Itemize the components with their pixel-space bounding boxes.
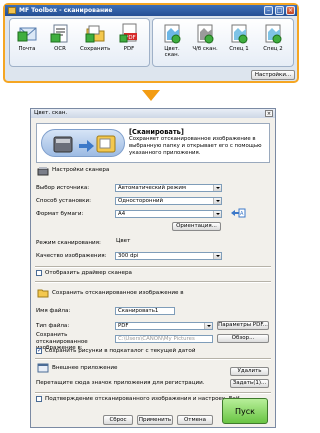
chevron-down-icon bbox=[213, 198, 221, 204]
filetype-select[interactable]: PDF bbox=[115, 322, 213, 330]
bw-scan-tool-button[interactable]: Ч/б скан. bbox=[190, 22, 220, 52]
browse-button[interactable]: Обзор... bbox=[217, 334, 269, 343]
source-select[interactable]: Автоматический режим bbox=[115, 184, 222, 192]
cancel-button[interactable]: Отмена bbox=[177, 415, 213, 425]
minimize-icon[interactable]: – bbox=[264, 6, 273, 15]
scanner-settings-icon bbox=[37, 166, 49, 178]
method-label: Способ установки: bbox=[36, 198, 92, 204]
custom2-icon bbox=[262, 22, 284, 44]
drag-hint: Перетащите сюда значок приложения для ре… bbox=[36, 380, 205, 386]
mail-tool-button[interactable]: Почта bbox=[12, 22, 42, 52]
paper-size-select[interactable]: A4 bbox=[115, 210, 222, 218]
save-path-input[interactable]: C:\Users\CANON\My Pictures bbox=[115, 335, 213, 343]
color-scan-icon bbox=[161, 22, 183, 44]
pdf-params-button[interactable]: Параметры PDF... bbox=[217, 321, 269, 330]
ocr-label: OCR bbox=[54, 46, 66, 52]
color-scan-label: Цвет. скан. bbox=[164, 46, 180, 58]
custom2-label: Спец 2 bbox=[263, 46, 283, 52]
folder-icon bbox=[84, 22, 106, 44]
quality-label: Качество изображения: bbox=[36, 253, 107, 259]
divider bbox=[35, 266, 271, 268]
source-label: Выбор источника: bbox=[36, 185, 90, 191]
close-icon[interactable]: × bbox=[286, 6, 295, 15]
divider bbox=[35, 281, 271, 283]
bw-scan-icon bbox=[194, 22, 216, 44]
orientation-button[interactable]: Ориентация... bbox=[172, 222, 221, 231]
dialog-title: Цвет. скан. bbox=[34, 110, 68, 116]
chevron-down-icon bbox=[204, 323, 212, 329]
divider bbox=[35, 358, 271, 360]
apply-button[interactable]: Применить bbox=[137, 415, 173, 425]
toolbox-title-bar: MF Toolbox - сканирование – □ × bbox=[5, 5, 297, 16]
color-scan-tool-button[interactable]: Цвет. скан. bbox=[157, 22, 187, 58]
external-app-heading: Внешнее приложение bbox=[52, 365, 118, 371]
method-select[interactable]: Односторонний bbox=[115, 197, 222, 205]
operation-title: [Сканировать] bbox=[129, 128, 184, 136]
filename-input[interactable]: Сканировать1 bbox=[115, 307, 175, 315]
app-icon bbox=[8, 7, 16, 14]
chevron-down-icon bbox=[213, 185, 221, 191]
scanner-settings-heading: Настройки сканера bbox=[52, 167, 110, 173]
external-app-icon bbox=[37, 363, 49, 375]
confirm-checkbox[interactable] bbox=[36, 396, 42, 402]
arrow-down-icon bbox=[142, 90, 160, 101]
save-tool-button[interactable]: Сохранить bbox=[80, 22, 110, 52]
start-button[interactable]: Пуск bbox=[222, 398, 268, 424]
pdf-tool-button[interactable]: PDF PDF bbox=[114, 22, 144, 52]
confirm-label: Подтверждение отсканированного изображен… bbox=[45, 396, 240, 402]
paper-size-label: Формат бумаги: bbox=[36, 211, 84, 217]
filetype-label: Тип файла: bbox=[36, 323, 70, 329]
save-section-heading: Сохранить отсканированное изображение в bbox=[52, 290, 184, 296]
custom1-label: Спец 1 bbox=[229, 46, 249, 52]
operation-description: Сохраняет отсканированное изображение в … bbox=[129, 136, 262, 156]
divider bbox=[35, 392, 271, 394]
bw-scan-label: Ч/б скан. bbox=[192, 46, 218, 52]
maximize-icon[interactable]: □ bbox=[275, 6, 284, 15]
dialog-title-bar: Цвет. скан. × bbox=[31, 109, 275, 118]
show-driver-label: Отобразить драйвер сканера bbox=[45, 270, 132, 276]
show-driver-checkbox[interactable] bbox=[36, 270, 42, 276]
paper-orientation-icon: A bbox=[230, 207, 246, 221]
delete-button[interactable]: Удалить bbox=[230, 367, 269, 376]
save-label: Сохранить bbox=[80, 46, 111, 52]
scan-description-panel: [Сканировать] Сохраняет отсканированное … bbox=[36, 123, 270, 163]
chevron-down-icon bbox=[213, 253, 221, 259]
custom1-tool-button[interactable]: Спец 1 bbox=[224, 22, 254, 52]
svg-text:A: A bbox=[240, 211, 244, 217]
custom1-icon bbox=[228, 22, 250, 44]
set-button[interactable]: Задать(1)... bbox=[230, 379, 269, 388]
pdf-label: PDF bbox=[123, 46, 135, 52]
ocr-tool-button[interactable]: OCR bbox=[45, 22, 75, 52]
filename-label: Имя файла: bbox=[36, 308, 71, 314]
mail-icon bbox=[16, 22, 38, 44]
scan-mode-value: Цвет bbox=[116, 238, 131, 244]
ocr-icon bbox=[49, 22, 71, 44]
scan-mode-label: Режим сканирования: bbox=[36, 240, 101, 246]
mail-label: Почта bbox=[18, 46, 36, 52]
pdf-icon: PDF bbox=[118, 22, 140, 44]
subfolder-label: Сохранить рисунки в подкаталог с текущей… bbox=[45, 348, 196, 354]
toolbox-title: MF Toolbox - сканирование bbox=[19, 7, 113, 14]
settings-button[interactable]: Настройки... bbox=[251, 70, 295, 80]
scan-to-folder-illustration bbox=[41, 129, 125, 157]
quality-select[interactable]: 300 dpi bbox=[115, 252, 222, 260]
reset-button[interactable]: Сброс bbox=[103, 415, 133, 425]
save-folder-icon bbox=[37, 288, 49, 300]
dialog-close-icon[interactable]: × bbox=[265, 110, 273, 117]
custom2-tool-button[interactable]: Спец 2 bbox=[258, 22, 288, 52]
subfolder-checkbox[interactable] bbox=[36, 347, 42, 354]
chevron-down-icon bbox=[213, 211, 221, 217]
